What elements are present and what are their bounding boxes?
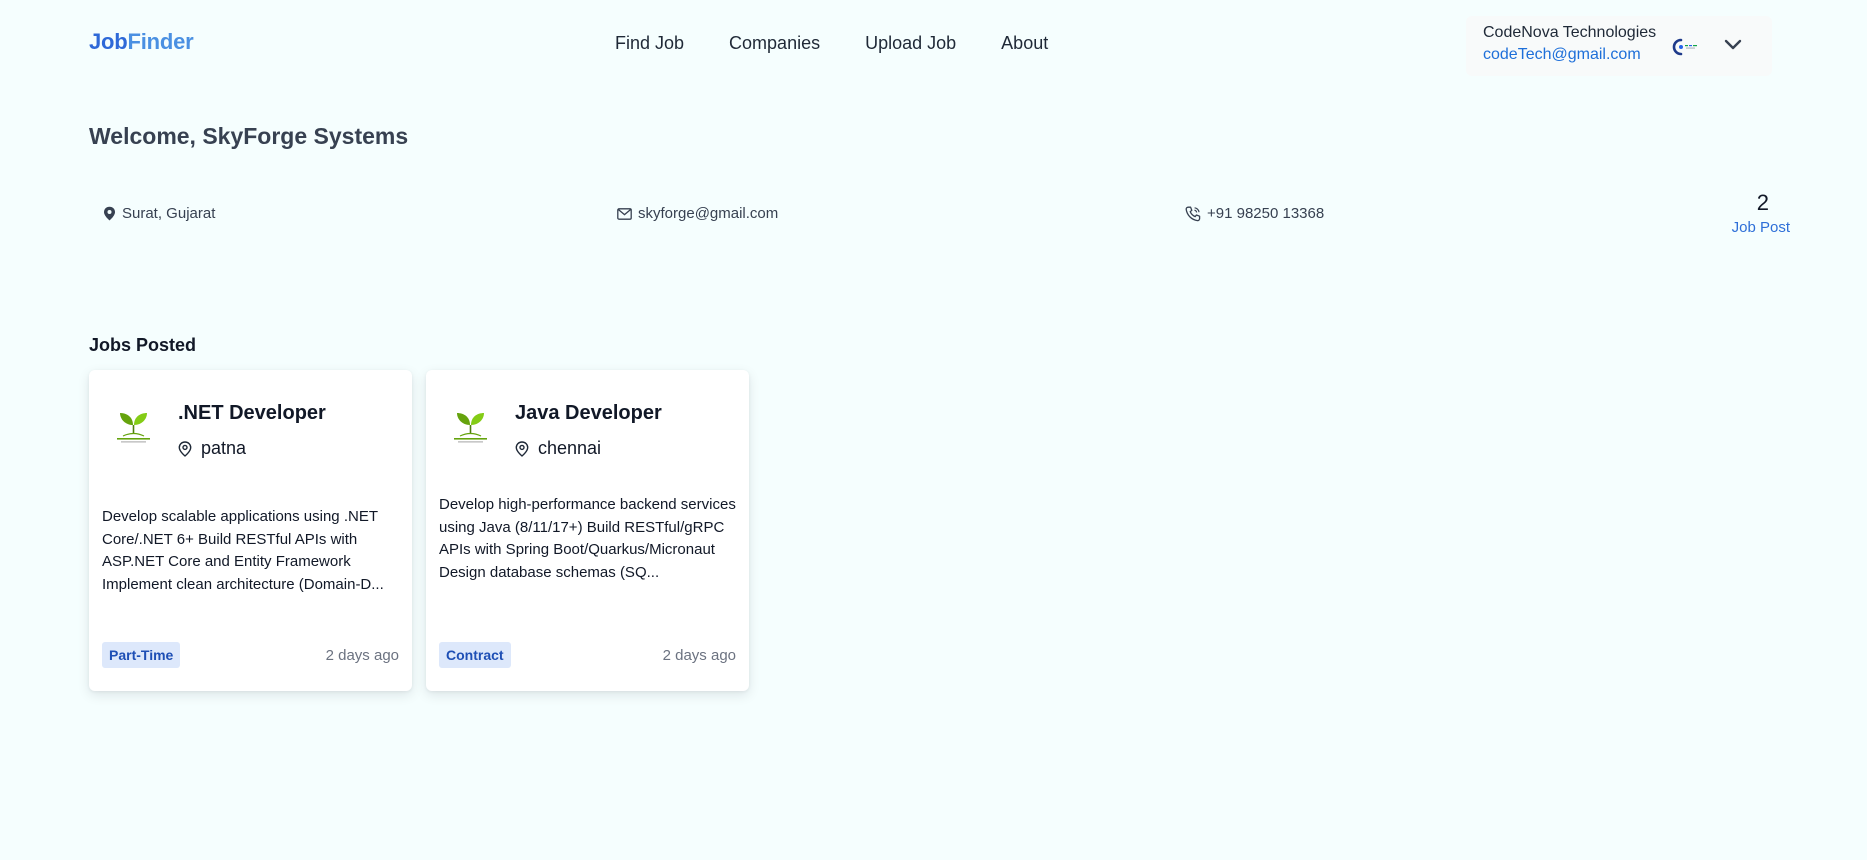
job-location-text: chennai	[538, 438, 602, 458]
nav-upload-job[interactable]: Upload Job	[865, 33, 956, 54]
job-card[interactable]: .NET Developer patna Develop scalable ap…	[89, 370, 412, 691]
job-posted-time: 2 days ago	[325, 647, 399, 664]
cyber-seeds-logo-icon	[454, 413, 487, 443]
job-location: chennai	[515, 438, 601, 459]
user-account-menu[interactable]: CodeNova Technologies codeTech@gmail.com	[1466, 16, 1772, 76]
user-name: CodeNova Technologies	[1483, 24, 1657, 41]
company-phone: +91 98250 13368	[1185, 205, 1324, 222]
jobs-posted-heading: Jobs Posted	[89, 335, 197, 355]
nav-find-job[interactable]: Find Job	[615, 33, 684, 54]
job-post-label[interactable]: Job Post	[1700, 219, 1790, 236]
company-location: Surat, Gujarat	[103, 205, 215, 222]
cyber-seeds-logo-icon	[117, 413, 150, 443]
job-type-badge: Part-Time	[102, 642, 181, 668]
welcome-heading: Welcome, SkyForge Systems	[89, 123, 409, 149]
job-location: patna	[178, 438, 246, 459]
job-card-list: .NET Developer patna Develop scalable ap…	[89, 370, 749, 691]
company-phone-text: +91 98250 13368	[1207, 205, 1325, 222]
brand-logo-part1: Job	[89, 29, 128, 54]
location-pin-icon	[515, 440, 529, 457]
job-card[interactable]: Java Developer chennai Develop high-perf…	[426, 370, 749, 691]
company-location-text: Surat, Gujarat	[122, 205, 216, 222]
job-type-badge: Contract	[439, 642, 511, 668]
mail-icon	[617, 207, 632, 220]
job-title[interactable]: Java Developer	[515, 402, 662, 425]
company-email: skyforge@gmail.com	[617, 205, 778, 222]
job-description: Develop scalable applications using .NET…	[102, 508, 384, 593]
job-post-count: 2	[1756, 190, 1769, 215]
job-description: Develop high-performance backend service…	[439, 496, 736, 581]
user-email: codeTech@gmail.com	[1483, 46, 1641, 63]
main-nav: Find Job Companies Upload Job About	[615, 33, 1048, 54]
job-post-stat: 2 Job Post	[1700, 190, 1790, 236]
nav-about[interactable]: About	[1001, 33, 1048, 54]
company-logo-icon	[1672, 38, 1697, 56]
brand-logo[interactable]: JobFinder	[89, 29, 194, 55]
company-email-text: skyforge@gmail.com	[638, 205, 779, 222]
phone-icon	[1185, 206, 1201, 221]
job-title[interactable]: .NET Developer	[178, 402, 326, 425]
location-pin-icon	[178, 440, 192, 457]
nav-companies[interactable]: Companies	[729, 33, 820, 54]
job-posted-time: 2 days ago	[662, 647, 736, 664]
chevron-down-icon[interactable]	[1724, 38, 1742, 52]
top-navbar: JobFinder Find Job Companies Upload Job …	[0, 0, 1867, 90]
brand-logo-part2: Finder	[127, 29, 194, 54]
location-pin-icon	[104, 206, 115, 221]
job-location-text: patna	[201, 438, 247, 458]
